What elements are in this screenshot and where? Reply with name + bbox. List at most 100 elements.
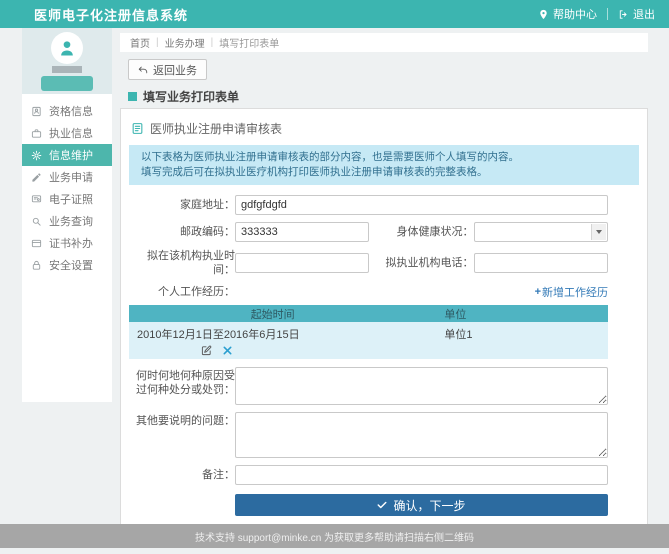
certificate-icon xyxy=(31,194,42,205)
breadcrumb-current: 填写打印表单 xyxy=(219,35,279,50)
table-cell-unit: 单位1 xyxy=(416,326,608,356)
search-icon xyxy=(31,216,42,227)
health-status-select[interactable] xyxy=(474,222,609,242)
column-header-unit: 单位 xyxy=(416,306,608,322)
row-actions xyxy=(201,345,416,356)
user-profile-panel xyxy=(22,28,112,94)
work-history-label: 个人工作经历： xyxy=(129,285,235,299)
org-phone-label: 拟执业机构电话： xyxy=(369,256,474,270)
return-business-button[interactable]: 返回业务 xyxy=(128,59,207,80)
home-address-label: 家庭地址： xyxy=(129,198,235,212)
work-history-table: 起始时间 单位 2010年12月1日至2016年6月15日 单位1 xyxy=(129,305,608,359)
column-header-start-time: 起始时间 xyxy=(129,306,416,322)
sidebar-item-security-settings[interactable]: 安全设置 xyxy=(22,254,112,276)
form-title: 医师执业注册申请审核表 xyxy=(129,117,639,145)
breadcrumb: 首页 | 业务办理 | 填写打印表单 xyxy=(120,33,648,52)
sidebar-item-business-query[interactable]: 业务查询 xyxy=(22,210,112,232)
logout-icon xyxy=(618,9,629,20)
app-title: 医师电子化注册信息系统 xyxy=(34,5,188,24)
practice-time-label: 拟在该机构执业时间： xyxy=(129,249,235,277)
footer-text: 技术支持 support@minke.cn 为获取更多帮助请扫描右侧二维码 xyxy=(195,529,474,544)
sidebar-item-info-maintenance[interactable]: 信息维护 xyxy=(22,144,112,166)
remark-field[interactable] xyxy=(235,465,608,485)
other-issues-label: 其他要说明的问题： xyxy=(129,412,235,428)
square-bullet-icon xyxy=(128,92,137,101)
punishment-label: 何时何地何种原因受过何种处分或处罚： xyxy=(129,367,235,397)
sidebar-item-label: 执业信息 xyxy=(49,125,93,141)
avatar xyxy=(51,32,83,64)
sidebar-item-e-certificate[interactable]: 电子证照 xyxy=(22,188,112,210)
page-footer: 技术支持 support@minke.cn 为获取更多帮助请扫描右侧二维码 xyxy=(0,524,669,548)
sidebar-item-label: 信息维护 xyxy=(49,147,93,163)
postal-code-label: 邮政编码： xyxy=(129,225,235,239)
header-divider xyxy=(607,8,608,20)
chevron-down-icon xyxy=(596,230,602,234)
notice-line-1: 以下表格为医师执业注册申请审核表的部分内容，也是需要医师个人填写的内容。 xyxy=(141,150,627,165)
home-address-field[interactable] xyxy=(235,195,608,215)
sidebar-item-practice-info[interactable]: 执业信息 xyxy=(22,122,112,144)
practice-time-field[interactable] xyxy=(235,253,369,273)
sidebar-menu: 资格信息 执业信息 信息维护 业务申请 电子证照 业务查询 xyxy=(22,94,112,402)
add-work-history-label: 新增工作经历 xyxy=(542,284,608,300)
doctor-icon xyxy=(57,38,77,58)
breadcrumb-home[interactable]: 首页 xyxy=(130,35,150,50)
table-row: 2010年12月1日至2016年6月15日 单位1 xyxy=(129,322,608,359)
location-pin-icon xyxy=(538,9,549,20)
sidebar-item-business-application[interactable]: 业务申请 xyxy=(22,166,112,188)
table-header-row: 起始时间 单位 xyxy=(129,305,608,322)
form-panel: 医师执业注册申请审核表 以下表格为医师执业注册申请审核表的部分内容，也是需要医师… xyxy=(120,108,648,529)
sidebar: 资格信息 执业信息 信息维护 业务申请 电子证照 业务查询 xyxy=(22,28,112,402)
form-area: 家庭地址： 邮政编码： 身体健康状况： 拟在该机构执业 xyxy=(129,195,608,516)
lock-icon xyxy=(31,260,42,271)
org-phone-field[interactable] xyxy=(474,253,609,273)
sidebar-item-label: 安全设置 xyxy=(49,257,93,273)
gear-icon xyxy=(31,150,42,161)
pencil-icon xyxy=(31,172,42,183)
remark-label: 备注： xyxy=(129,468,235,482)
info-notice: 以下表格为医师执业注册申请审核表的部分内容，也是需要医师个人填写的内容。 填写完… xyxy=(129,145,639,185)
work-period-text: 2010年12月1日至2016年6月15日 xyxy=(129,326,416,342)
check-icon xyxy=(377,500,387,510)
header-actions: 帮助中心 退出 xyxy=(538,6,655,22)
app-header: 医师电子化注册信息系统 帮助中心 退出 xyxy=(0,0,669,28)
sidebar-item-label: 证书补办 xyxy=(49,235,93,251)
app-window: 医师电子化注册信息系统 帮助中心 退出 资格信息 xyxy=(0,0,669,554)
logout-link[interactable]: 退出 xyxy=(618,6,655,22)
form-document-icon xyxy=(131,122,144,135)
form-title-text: 医师执业注册申请审核表 xyxy=(150,120,282,137)
sidebar-item-label: 业务查询 xyxy=(49,213,93,229)
breadcrumb-separator: | xyxy=(156,37,159,48)
logout-label: 退出 xyxy=(633,6,655,22)
user-role-badge xyxy=(41,76,93,91)
page-title-text: 填写业务打印表单 xyxy=(143,88,239,105)
page-title: 填写业务打印表单 xyxy=(128,88,239,105)
sidebar-item-certificate-reissue[interactable]: 证书补办 xyxy=(22,232,112,254)
edit-icon[interactable] xyxy=(201,345,212,356)
delete-icon[interactable] xyxy=(222,345,233,356)
other-issues-textarea[interactable] xyxy=(235,412,608,458)
confirm-next-label: 确认，下一步 xyxy=(393,497,465,514)
postal-code-field[interactable] xyxy=(235,222,369,242)
breadcrumb-separator: | xyxy=(211,37,214,48)
sidebar-item-label: 电子证照 xyxy=(49,191,93,207)
briefcase-icon xyxy=(31,128,42,139)
card-icon xyxy=(31,238,42,249)
sidebar-item-label: 业务申请 xyxy=(49,169,93,185)
table-cell-period: 2010年12月1日至2016年6月15日 xyxy=(129,326,416,356)
breadcrumb-section[interactable]: 业务办理 xyxy=(165,35,205,50)
sidebar-item-label: 资格信息 xyxy=(49,103,93,119)
add-work-history-link[interactable]: + 新增工作经历 xyxy=(535,284,608,300)
sidebar-item-qualification-info[interactable]: 资格信息 xyxy=(22,100,112,122)
select-arrow-box xyxy=(591,224,606,240)
health-status-label: 身体健康状况： xyxy=(369,225,474,239)
user-name-redacted xyxy=(52,66,82,73)
punishment-textarea[interactable] xyxy=(235,367,608,405)
confirm-next-button[interactable]: 确认，下一步 xyxy=(235,494,608,516)
return-arrow-icon xyxy=(138,65,148,75)
help-center-link[interactable]: 帮助中心 xyxy=(538,6,597,22)
plus-icon: + xyxy=(535,286,541,298)
id-badge-icon xyxy=(31,106,42,117)
return-business-label: 返回业务 xyxy=(153,62,197,78)
notice-line-2: 填写完成后可在拟执业医疗机构打印医师执业注册申请审核表的完整表格。 xyxy=(141,165,627,180)
help-center-label: 帮助中心 xyxy=(553,6,597,22)
